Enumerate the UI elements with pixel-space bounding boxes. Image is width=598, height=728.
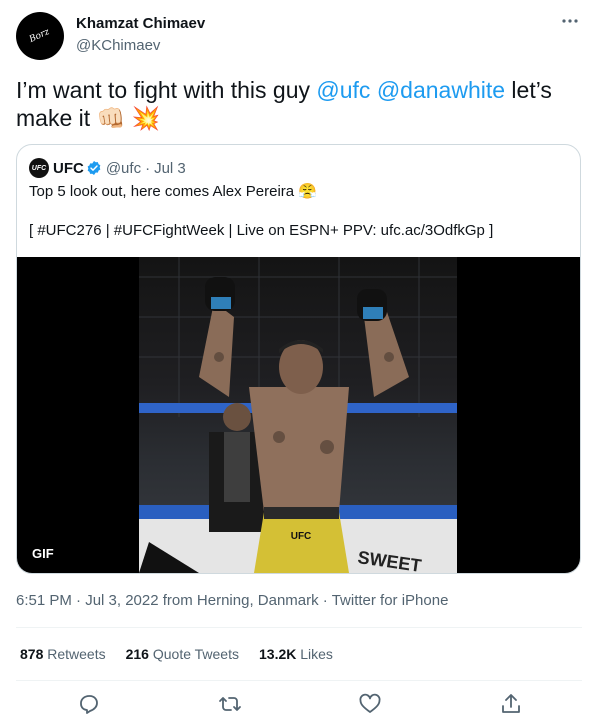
like-icon[interactable] <box>358 692 382 716</box>
tweet-header: Borz Khamzat Chimaev @KChimaev <box>16 12 582 60</box>
mention-ufc-link[interactable]: @ufc <box>316 77 370 103</box>
author-handle[interactable]: @KChimaev <box>76 37 160 54</box>
likes-label: Likes <box>300 646 333 662</box>
quote-tweets-label: Quote Tweets <box>152 646 239 662</box>
quoted-author-handle: @ufc <box>105 159 142 177</box>
quoted-author-avatar: UFC <box>29 158 49 178</box>
quoted-tweet-text-line1: Top 5 look out, here comes Alex Pereira … <box>29 183 317 200</box>
author-avatar[interactable]: Borz <box>16 12 64 60</box>
retweets-count: 878 <box>20 646 44 662</box>
quoted-tweet-header: UFC UFC @ufc · Jul 3 <box>29 158 186 178</box>
retweets-stat[interactable]: 878 Retweets <box>20 646 106 662</box>
quoted-tweet-text-line2: [ #UFC276 | #UFCFightWeek | Live on ESPN… <box>29 222 494 239</box>
retweet-icon[interactable] <box>218 692 242 716</box>
gif-trunks-label: UFC <box>291 531 312 542</box>
tweet-actions-bar <box>16 690 582 720</box>
author-name[interactable]: Khamzat Chimaev <box>76 15 205 32</box>
likes-stat[interactable]: 13.2K Likes <box>259 646 333 662</box>
verified-badge-icon <box>87 161 101 175</box>
tweet-text: I’m want to fight with this guy @ufc @da… <box>16 76 576 132</box>
quoted-author-name: UFC <box>53 159 84 177</box>
divider <box>16 627 582 628</box>
likes-count: 13.2K <box>259 646 297 662</box>
retweets-label: Retweets <box>47 646 106 662</box>
quoted-tweet-date: Jul 3 <box>154 159 186 177</box>
share-icon[interactable] <box>499 692 523 716</box>
more-icon[interactable] <box>560 14 580 29</box>
tweet-emoji: 👊🏻 💥 <box>96 105 161 131</box>
reply-icon[interactable] <box>77 692 101 716</box>
tweet-timestamp[interactable]: 6:51 PM · Jul 3, 2022 from Herning, Danm… <box>16 592 448 609</box>
quoted-tweet[interactable]: UFC UFC @ufc · Jul 3 Top 5 look out, her… <box>16 144 581 574</box>
quote-tweets-stat[interactable]: 216 Quote Tweets <box>126 646 239 662</box>
mention-danawhite-link[interactable]: @danawhite <box>377 77 505 103</box>
divider <box>16 680 582 681</box>
separator-dot: · <box>145 159 151 177</box>
quote-tweets-count: 216 <box>125 646 149 662</box>
gif-badge: GIF <box>26 544 60 563</box>
gif-frame-fighter: SWEET UFC <box>139 257 457 573</box>
quoted-tweet-gif[interactable]: SWEET UFC GIF <box>17 257 580 573</box>
author-avatar-logo: Borz <box>28 27 52 45</box>
tweet-text-part1: I’m want to fight with this guy <box>16 77 317 103</box>
tweet-stats: 878 Retweets 216 Quote Tweets 13.2K Like… <box>20 646 333 662</box>
